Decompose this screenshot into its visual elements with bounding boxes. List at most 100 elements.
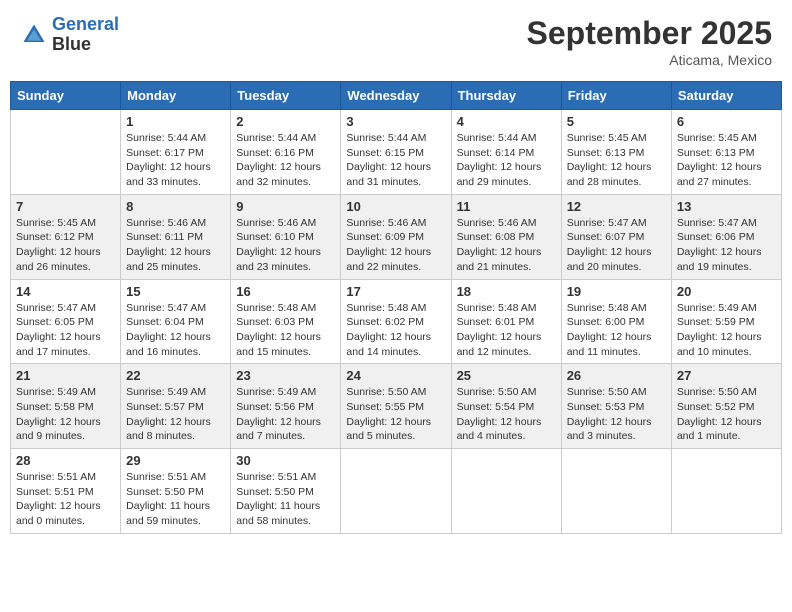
calendar-cell: 1Sunrise: 5:44 AMSunset: 6:17 PMDaylight… [121,110,231,195]
day-number: 3 [346,114,445,129]
day-number: 15 [126,284,225,299]
day-number: 9 [236,199,335,214]
calendar-cell: 13 Sunrise: 5:47 AMSunset: 6:06 PMDayligh… [671,194,781,279]
calendar-cell: 20 Sunrise: 5:49 AMSunset: 5:59 PMDayligh… [671,279,781,364]
day-number: 6 [677,114,776,129]
day-info: Sunrise: 5:47 AMSunset: 6:06 PMDaylight:… [677,216,776,275]
calendar-cell: 29 Sunrise: 5:51 AMSunset: 5:50 PMDayligh… [121,449,231,534]
calendar-cell: 27 Sunrise: 5:50 AMSunset: 5:52 PMDayligh… [671,364,781,449]
calendar-cell: 9 Sunrise: 5:46 AMSunset: 6:10 PMDaylight… [231,194,341,279]
calendar-week-3: 14Sunrise: 5:47 AMSunset: 6:05 PMDayligh… [11,279,782,364]
column-header-wednesday: Wednesday [341,82,451,110]
day-info: Sunrise: 5:46 AMSunset: 6:09 PMDaylight:… [346,216,445,275]
calendar-cell: 30Sunrise: 5:51 AMSunset: 5:50 PMDayligh… [231,449,341,534]
calendar-cell: 12 Sunrise: 5:47 AMSunset: 6:07 PMDayligh… [561,194,671,279]
calendar-cell: 25 Sunrise: 5:50 AMSunset: 5:54 PMDayligh… [451,364,561,449]
day-number: 25 [457,368,556,383]
calendar-cell: 7 Sunrise: 5:45 AMSunset: 6:12 PMDaylight… [11,194,121,279]
title-block: September 2025 Aticama, Mexico [527,15,772,68]
day-number: 30 [236,453,335,468]
page-header: General Blue September 2025 Aticama, Mex… [10,10,782,73]
day-number: 28 [16,453,115,468]
column-header-sunday: Sunday [11,82,121,110]
day-info: Sunrise: 5:49 AMSunset: 5:57 PMDaylight:… [126,385,225,444]
day-number: 12 [567,199,666,214]
day-info: Sunrise: 5:47 AMSunset: 6:04 PMDaylight:… [126,301,225,360]
calendar-cell: 6 Sunrise: 5:45 AMSunset: 6:13 PMDaylight… [671,110,781,195]
calendar-cell: 5 Sunrise: 5:45 AMSunset: 6:13 PMDaylight… [561,110,671,195]
day-info: Sunrise: 5:44 AMSunset: 6:14 PMDaylight:… [457,131,556,190]
calendar-cell: 28 Sunrise: 5:51 AMSunset: 5:51 PMDayligh… [11,449,121,534]
day-info: Sunrise: 5:47 AMSunset: 6:05 PMDaylight:… [16,301,115,360]
day-number: 8 [126,199,225,214]
day-info: Sunrise: 5:50 AMSunset: 5:52 PMDaylight:… [677,385,776,444]
day-number: 16 [236,284,335,299]
calendar-cell [451,449,561,534]
calendar-cell: 26 Sunrise: 5:50 AMSunset: 5:53 PMDayligh… [561,364,671,449]
calendar-cell [561,449,671,534]
logo-text: General Blue [52,15,119,55]
calendar-header-row: SundayMondayTuesdayWednesdayThursdayFrid… [11,82,782,110]
day-info: Sunrise: 5:50 AMSunset: 5:55 PMDaylight:… [346,385,445,444]
day-info: Sunrise: 5:44 AMSunset: 6:15 PMDaylight:… [346,131,445,190]
day-number: 19 [567,284,666,299]
day-number: 27 [677,368,776,383]
column-header-tuesday: Tuesday [231,82,341,110]
day-info: Sunrise: 5:44 AMSunset: 6:16 PMDaylight:… [236,131,335,190]
day-number: 24 [346,368,445,383]
day-info: Sunrise: 5:48 AMSunset: 6:03 PMDaylight:… [236,301,335,360]
calendar-week-1: 1Sunrise: 5:44 AMSunset: 6:17 PMDaylight… [11,110,782,195]
calendar-cell: 17 Sunrise: 5:48 AMSunset: 6:02 PMDayligh… [341,279,451,364]
calendar-cell: 2 Sunrise: 5:44 AMSunset: 6:16 PMDaylight… [231,110,341,195]
calendar-cell: 11 Sunrise: 5:46 AMSunset: 6:08 PMDayligh… [451,194,561,279]
day-number: 22 [126,368,225,383]
calendar-week-4: 21 Sunrise: 5:49 AMSunset: 5:58 PMDayligh… [11,364,782,449]
day-info: Sunrise: 5:45 AMSunset: 6:13 PMDaylight:… [567,131,666,190]
day-number: 21 [16,368,115,383]
calendar-cell: 21 Sunrise: 5:49 AMSunset: 5:58 PMDayligh… [11,364,121,449]
day-info: Sunrise: 5:49 AMSunset: 5:58 PMDaylight:… [16,385,115,444]
day-info: Sunrise: 5:49 AMSunset: 5:56 PMDaylight:… [236,385,335,444]
day-number: 10 [346,199,445,214]
day-info: Sunrise: 5:46 AMSunset: 6:11 PMDaylight:… [126,216,225,275]
calendar-table: SundayMondayTuesdayWednesdayThursdayFrid… [10,81,782,534]
logo: General Blue [20,15,119,55]
day-number: 2 [236,114,335,129]
logo-icon [20,21,48,49]
calendar-cell: 23 Sunrise: 5:49 AMSunset: 5:56 PMDayligh… [231,364,341,449]
day-info: Sunrise: 5:50 AMSunset: 5:53 PMDaylight:… [567,385,666,444]
column-header-thursday: Thursday [451,82,561,110]
calendar-body: 1Sunrise: 5:44 AMSunset: 6:17 PMDaylight… [11,110,782,534]
day-info: Sunrise: 5:47 AMSunset: 6:07 PMDaylight:… [567,216,666,275]
month-title: September 2025 [527,15,772,52]
day-info: Sunrise: 5:49 AMSunset: 5:59 PMDaylight:… [677,301,776,360]
day-info: Sunrise: 5:51 AMSunset: 5:50 PMDaylight:… [126,470,225,529]
day-number: 7 [16,199,115,214]
day-info: Sunrise: 5:51 AMSunset: 5:51 PMDaylight:… [16,470,115,529]
calendar-cell: 4Sunrise: 5:44 AMSunset: 6:14 PMDaylight… [451,110,561,195]
day-info: Sunrise: 5:50 AMSunset: 5:54 PMDaylight:… [457,385,556,444]
day-number: 29 [126,453,225,468]
day-number: 1 [126,114,225,129]
day-info: Sunrise: 5:46 AMSunset: 6:10 PMDaylight:… [236,216,335,275]
column-header-saturday: Saturday [671,82,781,110]
day-number: 26 [567,368,666,383]
column-header-friday: Friday [561,82,671,110]
calendar-week-5: 28 Sunrise: 5:51 AMSunset: 5:51 PMDayligh… [11,449,782,534]
calendar-cell: 15 Sunrise: 5:47 AMSunset: 6:04 PMDayligh… [121,279,231,364]
calendar-cell [671,449,781,534]
day-number: 13 [677,199,776,214]
day-number: 17 [346,284,445,299]
day-number: 23 [236,368,335,383]
calendar-cell: 3 Sunrise: 5:44 AMSunset: 6:15 PMDaylight… [341,110,451,195]
calendar-cell: 16 Sunrise: 5:48 AMSunset: 6:03 PMDayligh… [231,279,341,364]
day-number: 11 [457,199,556,214]
day-info: Sunrise: 5:46 AMSunset: 6:08 PMDaylight:… [457,216,556,275]
calendar-cell [341,449,451,534]
day-info: Sunrise: 5:45 AMSunset: 6:12 PMDaylight:… [16,216,115,275]
day-info: Sunrise: 5:48 AMSunset: 6:02 PMDaylight:… [346,301,445,360]
day-number: 5 [567,114,666,129]
day-info: Sunrise: 5:45 AMSunset: 6:13 PMDaylight:… [677,131,776,190]
calendar-cell: 19Sunrise: 5:48 AMSunset: 6:00 PMDayligh… [561,279,671,364]
day-number: 20 [677,284,776,299]
